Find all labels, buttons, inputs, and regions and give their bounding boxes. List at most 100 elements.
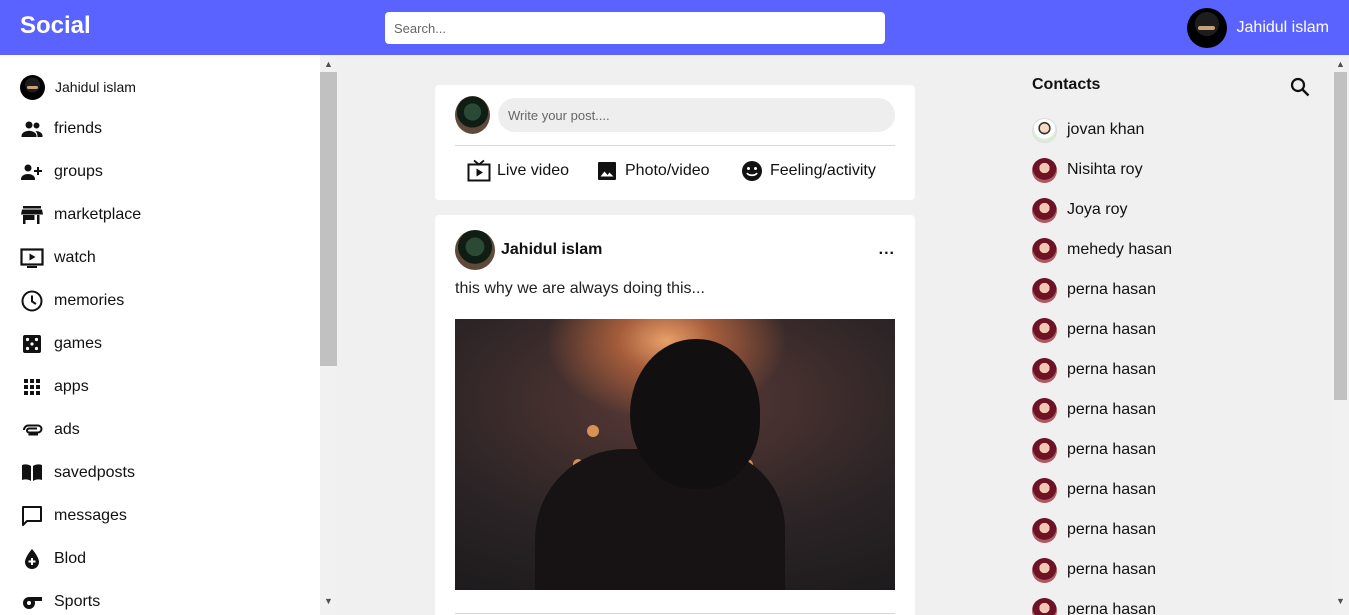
contact-name: mehedy hasan <box>1067 241 1172 258</box>
silhouette-head <box>630 339 760 489</box>
sidebar-item-blod[interactable]: Blod <box>20 546 86 572</box>
contact-item[interactable]: perna hasan <box>1032 437 1156 463</box>
sidebar-item-label: Blod <box>54 550 87 567</box>
contact-name: perna hasan <box>1067 281 1156 298</box>
contact-name: perna hasan <box>1067 441 1156 458</box>
sidebar-item-marketplace[interactable]: marketplace <box>20 202 141 228</box>
search-input[interactable] <box>385 12 885 44</box>
clock-icon <box>20 289 44 313</box>
contact-name: Nisihta roy <box>1067 161 1143 178</box>
avatar <box>1032 357 1057 383</box>
apps-grid-icon <box>20 375 44 399</box>
paperclip-icon <box>20 418 44 442</box>
store-icon <box>20 203 44 227</box>
photo-video-button[interactable]: Photo/video <box>595 158 710 184</box>
avatar <box>1186 8 1227 48</box>
sidebar-item-profile[interactable]: Jahidul islam <box>20 74 136 100</box>
people-icon <box>20 117 44 141</box>
sidebar-item-label: ads <box>54 421 80 438</box>
sidebar-item-sports[interactable]: Sports <box>20 589 100 615</box>
contact-item[interactable]: perna hasan <box>1032 557 1156 583</box>
option-label: Live video <box>497 162 570 179</box>
divider <box>455 145 895 146</box>
left-sidebar: Jahidul islam friends groups marketplace… <box>0 55 337 615</box>
contacts-panel: Contacts jovan khan Nisihta roy Joya roy me… <box>1012 55 1349 615</box>
sidebar-item-watch[interactable]: watch <box>20 245 96 271</box>
avatar <box>1032 437 1057 463</box>
group-add-icon <box>20 160 44 184</box>
option-label: Photo/video <box>625 162 710 179</box>
scroll-down-arrow-icon[interactable]: ▼ <box>1332 592 1349 609</box>
scrollbar-thumb[interactable] <box>1334 72 1347 400</box>
sidebar-item-label: friends <box>54 120 103 137</box>
contact-item[interactable]: mehedy hasan <box>1032 237 1172 263</box>
contact-item[interactable]: Nisihta roy <box>1032 157 1143 183</box>
avatar <box>1032 157 1057 183</box>
sidebar-item-label: marketplace <box>54 206 142 223</box>
book-icon <box>20 461 44 485</box>
contact-item[interactable]: jovan khan <box>1032 117 1144 143</box>
contact-item[interactable]: perna hasan <box>1032 517 1156 543</box>
avatar <box>1032 517 1057 543</box>
search-icon[interactable] <box>1288 75 1312 99</box>
sidebar-item-messages[interactable]: messages <box>20 503 127 529</box>
live-video-button[interactable]: Live video <box>467 158 569 184</box>
option-label: Feeling/activity <box>770 162 876 179</box>
contact-name: perna hasan <box>1067 601 1156 615</box>
sidebar-item-label: games <box>54 335 103 352</box>
sidebar-scrollbar[interactable]: ▲ ▼ <box>320 55 337 615</box>
contact-item[interactable]: perna hasan <box>1032 357 1156 383</box>
sidebar-item-apps[interactable]: apps <box>20 374 89 400</box>
scrollbar-thumb[interactable] <box>320 72 337 366</box>
sidebar-item-label: watch <box>54 249 96 266</box>
sidebar-item-games[interactable]: games <box>20 331 102 357</box>
blood-drop-icon <box>20 547 44 571</box>
scroll-down-arrow-icon[interactable]: ▼ <box>320 592 337 609</box>
sidebar-item-label: Sports <box>54 593 101 610</box>
avatar <box>1032 237 1057 263</box>
avatar <box>455 96 490 134</box>
top-navbar: Social Jahidul islam <box>0 0 1349 55</box>
brand-logo[interactable]: Social <box>20 12 91 40</box>
sidebar-item-friends[interactable]: friends <box>20 116 102 142</box>
avatar <box>20 74 45 100</box>
feeling-activity-button[interactable]: Feeling/activity <box>740 158 876 184</box>
avatar <box>1032 317 1057 343</box>
contact-item[interactable]: perna hasan <box>1032 477 1156 503</box>
contact-item[interactable]: Joya roy <box>1032 197 1127 223</box>
sidebar-item-label: apps <box>54 378 89 395</box>
bokeh-light <box>587 425 599 437</box>
avatar <box>1032 597 1057 615</box>
sidebar-item-groups[interactable]: groups <box>20 159 103 185</box>
sidebar-item-ads[interactable]: ads <box>20 417 80 443</box>
post-image[interactable] <box>455 319 895 590</box>
sidebar-item-memories[interactable]: memories <box>20 288 124 314</box>
avatar <box>1032 557 1057 583</box>
contact-item[interactable]: perna hasan <box>1032 317 1156 343</box>
sidebar-item-savedposts[interactable]: savedposts <box>20 460 135 486</box>
contact-item[interactable]: perna hasan <box>1032 277 1156 303</box>
contact-name: perna hasan <box>1067 361 1156 378</box>
contacts-scrollbar[interactable]: ▲ ▼ <box>1332 55 1349 615</box>
scroll-up-arrow-icon[interactable]: ▲ <box>1332 55 1349 72</box>
smiley-icon <box>740 159 764 183</box>
chat-icon <box>20 504 44 528</box>
more-options-icon[interactable]: ... <box>879 242 895 258</box>
avatar <box>1032 277 1057 303</box>
contact-name: jovan khan <box>1067 121 1145 138</box>
feed-post: Jahidul islam ... this why we are always… <box>435 215 915 615</box>
post-text: this why we are always doing this... <box>455 280 705 297</box>
divider <box>455 613 895 614</box>
contact-item[interactable]: perna hasan <box>1032 597 1156 615</box>
contact-name: perna hasan <box>1067 481 1156 498</box>
post-author[interactable]: Jahidul islam <box>501 241 602 259</box>
post-input[interactable] <box>498 98 895 132</box>
sidebar-item-label: memories <box>54 292 125 309</box>
user-profile-link[interactable]: Jahidul islam <box>1186 8 1329 48</box>
contacts-title: Contacts <box>1032 76 1101 93</box>
avatar[interactable] <box>455 230 495 270</box>
contact-item[interactable]: perna hasan <box>1032 397 1156 423</box>
sidebar-item-label: savedposts <box>54 464 135 481</box>
avatar <box>1032 117 1057 143</box>
scroll-up-arrow-icon[interactable]: ▲ <box>320 55 337 72</box>
